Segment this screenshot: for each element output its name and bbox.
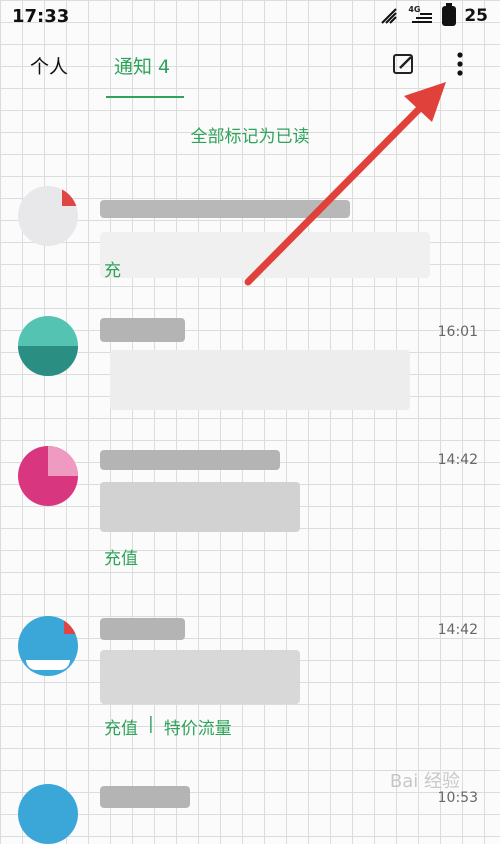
battery-level: 25 bbox=[464, 6, 488, 26]
action-link[interactable]: 特价流量 bbox=[164, 714, 232, 739]
blurred-title bbox=[100, 786, 190, 808]
notification-item[interactable]: 14:42 充值 | 特价流量 bbox=[0, 610, 500, 750]
tab-personal[interactable]: 个人 bbox=[30, 52, 68, 79]
blurred-title bbox=[100, 450, 280, 470]
blurred-content bbox=[100, 232, 430, 278]
avatar bbox=[18, 186, 78, 246]
notification-item[interactable]: 充 bbox=[0, 178, 500, 296]
blurred-title bbox=[100, 618, 185, 640]
blurred-title bbox=[100, 318, 185, 342]
network-type: 4G bbox=[408, 5, 421, 14]
action-link[interactable]: 充 bbox=[104, 256, 121, 281]
wifi-icon bbox=[381, 8, 398, 24]
more-menu-icon[interactable] bbox=[450, 50, 470, 78]
item-actions: 充值 bbox=[104, 544, 138, 569]
notification-item[interactable]: 16:01 bbox=[0, 310, 500, 430]
tab-notifications[interactable]: 通知 4 bbox=[114, 52, 170, 79]
item-actions: 充 bbox=[104, 256, 121, 281]
compose-icon[interactable] bbox=[392, 52, 416, 76]
blurred-content bbox=[100, 650, 300, 704]
notification-item[interactable]: 14:42 充值 bbox=[0, 440, 500, 580]
mark-all-read-link[interactable]: 全部标记为已读 bbox=[0, 122, 500, 147]
item-actions: 充值 | 特价流量 bbox=[104, 714, 232, 739]
status-bar: 17:33 4G 25 bbox=[0, 0, 500, 34]
avatar bbox=[18, 316, 78, 376]
blurred-title bbox=[100, 200, 350, 218]
signal-icon: 4G bbox=[408, 5, 434, 25]
top-nav: 个人 通知 4 bbox=[0, 38, 500, 98]
avatar bbox=[18, 784, 78, 844]
active-tab-indicator bbox=[106, 96, 184, 98]
item-time: 14:42 bbox=[437, 452, 478, 468]
action-link[interactable]: 充值 bbox=[104, 544, 138, 569]
battery-icon bbox=[442, 3, 457, 26]
blurred-content bbox=[100, 482, 300, 532]
status-icons: 4G 25 bbox=[380, 3, 488, 26]
status-time: 17:33 bbox=[12, 6, 70, 27]
blurred-content bbox=[110, 350, 410, 410]
avatar bbox=[18, 446, 78, 506]
action-link[interactable]: 充值 bbox=[104, 714, 138, 739]
item-time: 14:42 bbox=[437, 622, 478, 638]
action-separator: | bbox=[148, 714, 154, 734]
watermark: Bai 经验 bbox=[389, 771, 460, 792]
avatar bbox=[18, 616, 78, 676]
item-time: 16:01 bbox=[437, 324, 478, 340]
